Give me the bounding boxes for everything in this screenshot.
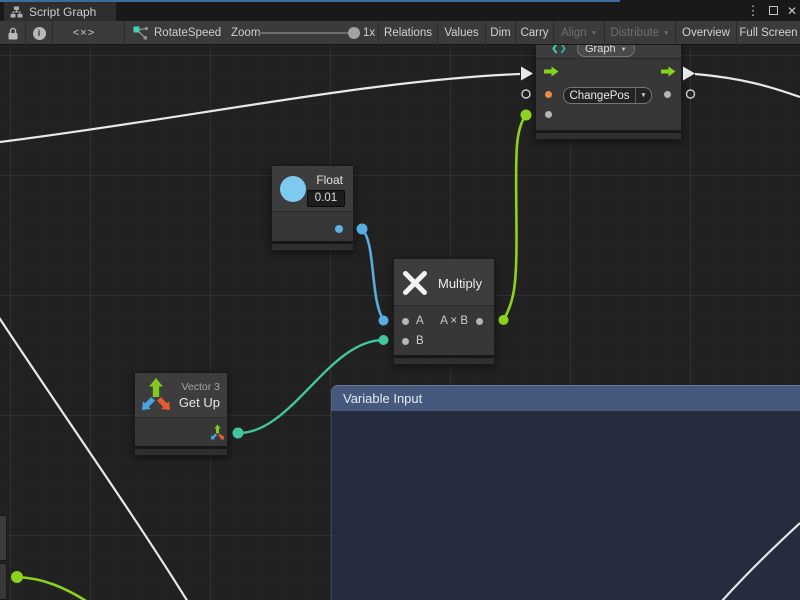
node-title: Multiply	[438, 276, 482, 291]
toolbar-button-overview[interactable]: Overview	[675, 21, 736, 45]
chevron-down-icon: ▼	[591, 31, 597, 38]
group-variable-input: Variable Input	[331, 385, 800, 600]
lock-button[interactable]	[0, 21, 25, 45]
lock-icon	[7, 27, 19, 40]
float-output-port[interactable]	[335, 225, 343, 233]
graph-breadcrumb-chip[interactable]: RotateSpeed	[124, 21, 221, 45]
code-icon: <×>	[73, 27, 95, 39]
info-icon: i	[33, 27, 46, 40]
script-graph-window: Variable Input Graph ▼	[0, 0, 800, 600]
toolbar-button-relations[interactable]: Relations	[378, 21, 437, 45]
variable-name-port[interactable]	[545, 91, 552, 98]
group-title: Variable Input	[343, 391, 422, 406]
node-footer	[535, 133, 682, 140]
input-value-port[interactable]	[545, 111, 552, 118]
script-graph-icon	[133, 26, 148, 40]
toolbar-button-align: Align▼	[553, 21, 604, 45]
graph-variable-name: RotateSpeed	[154, 27, 221, 39]
zoom-slider[interactable]	[258, 32, 351, 34]
chevron-down-icon: ▼	[663, 31, 669, 38]
node-footer	[134, 449, 228, 456]
variable-name-label: ChangePos	[564, 90, 635, 102]
zoom-slider-knob[interactable]	[348, 27, 360, 39]
tab-script-graph[interactable]: Script Graph	[4, 2, 116, 21]
graph-tab-icon	[10, 6, 23, 18]
tab-bar: Script Graph ⋮ ✕	[0, 0, 800, 21]
graph-toolbar: i <×> RotateSpeed Zoom 1x Relations Valu…	[0, 21, 800, 45]
input-b-label: B	[416, 335, 424, 347]
chevron-down-icon: ▼	[635, 88, 651, 103]
node-title: Get Up	[179, 395, 220, 410]
group-header[interactable]: Variable Input	[331, 385, 800, 411]
toolbar-button-full-screen[interactable]: Full Screen	[736, 21, 800, 45]
vector3-output-port[interactable]	[209, 424, 226, 442]
window-menu-button[interactable]: ⋮	[746, 0, 760, 21]
node-partial-left-body[interactable]	[0, 563, 7, 600]
node-vector3-get-up[interactable]: Vector 3 Get Up	[134, 372, 228, 456]
info-button[interactable]: i	[25, 21, 52, 45]
toolbar-button-distribute: Distribute▼	[604, 21, 675, 45]
flow-in-arrow-icon[interactable]	[543, 65, 560, 78]
node-float-literal[interactable]: Float 0.01	[271, 165, 354, 251]
input-a-port[interactable]	[402, 318, 409, 325]
node-partial-left-header[interactable]	[0, 515, 7, 561]
node-footer	[271, 244, 354, 251]
zoom-value: 1x	[363, 21, 375, 45]
node-footer	[393, 358, 495, 365]
toolbar-button-values[interactable]: Values	[437, 21, 485, 45]
node-set-variable[interactable]: Graph ▼ ChangePos ▼	[535, 38, 682, 141]
maximize-icon	[769, 6, 778, 15]
vector3-icon	[138, 377, 174, 415]
code-view-button[interactable]: <×>	[52, 21, 115, 45]
chevron-down-icon: ▼	[621, 47, 627, 53]
output-port[interactable]	[476, 318, 483, 325]
toolbar-button-carry[interactable]: Carry	[515, 21, 553, 45]
multiply-icon	[401, 269, 429, 297]
variable-name-dropdown[interactable]: ChangePos ▼	[563, 87, 652, 104]
window-close-button[interactable]: ✕	[784, 0, 800, 21]
zoom-label: Zoom	[231, 21, 260, 45]
input-b-port[interactable]	[402, 338, 409, 345]
flow-out-arrow-icon[interactable]	[660, 65, 677, 78]
node-multiply[interactable]: Multiply A A × B B	[393, 258, 495, 365]
node-title: Float	[316, 173, 343, 187]
toolbar-button-dim[interactable]: Dim	[485, 21, 515, 45]
node-type-label: Vector 3	[181, 381, 220, 393]
window-maximize-button[interactable]	[764, 0, 782, 21]
group-body	[331, 411, 800, 600]
input-a-label: A	[416, 315, 424, 327]
output-value-port[interactable]	[664, 91, 671, 98]
float-type-icon	[280, 176, 306, 202]
tab-title: Script Graph	[29, 5, 96, 19]
float-value-input[interactable]: 0.01	[307, 190, 345, 207]
output-label: A × B	[440, 315, 468, 327]
